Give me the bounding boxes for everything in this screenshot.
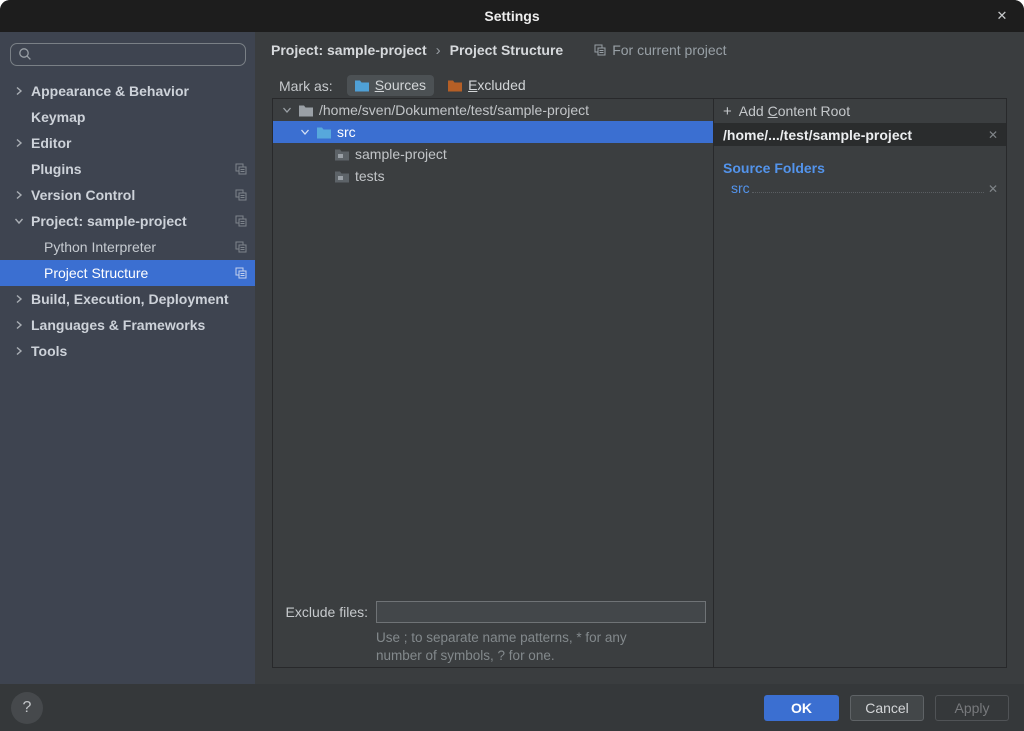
sidebar-item-label: Keymap [31, 109, 85, 125]
help-button[interactable]: ? [11, 692, 43, 724]
sidebar-item-version-control[interactable]: Version Control [0, 182, 255, 208]
dialog-title: Settings [484, 8, 539, 24]
search-icon [18, 47, 32, 61]
tree-row-label: /home/sven/Dokumente/test/sample-project [319, 102, 589, 118]
tree-row-sample-project[interactable]: sample-project [273, 143, 713, 165]
chevron-right-icon [14, 190, 31, 200]
source-folder-link[interactable]: src [731, 180, 750, 196]
breadcrumb-project[interactable]: Project: sample-project [271, 42, 427, 58]
exclude-files-label: Exclude files: [273, 604, 368, 620]
per-project-icon [235, 215, 247, 227]
mark-as-excluded-button[interactable]: Excluded [440, 75, 534, 96]
chevron-right-icon [14, 346, 31, 356]
per-project-icon [235, 241, 247, 253]
tree-row-content-root[interactable]: /home/sven/Dokumente/test/sample-project [273, 99, 713, 121]
chevron-right-icon [14, 86, 31, 96]
add-content-root-button[interactable]: + Add Content Root [714, 99, 1006, 123]
sidebar-item-label: Build, Execution, Deployment [31, 291, 229, 307]
directory-tree: /home/sven/Dokumente/test/sample-project… [273, 99, 714, 667]
dialog-footer: ? OK Cancel Apply [0, 684, 1024, 731]
scope-indicator: For current project [594, 42, 726, 58]
sidebar-item-appearance-behavior[interactable]: Appearance & Behavior [0, 78, 255, 104]
apply-button[interactable]: Apply [935, 695, 1009, 721]
tree-row-label: src [337, 124, 356, 140]
sidebar-item-languages-frameworks[interactable]: Languages & Frameworks [0, 312, 255, 338]
tree-row-src[interactable]: src [273, 121, 713, 143]
search-input[interactable] [10, 43, 246, 66]
exclude-files-hint: Use ; to separate name patterns, * for a… [376, 629, 713, 665]
sidebar-item-tools[interactable]: Tools [0, 338, 255, 364]
sidebar-item-project-sample-project[interactable]: Project: sample-project [0, 208, 255, 234]
tree-row-label: sample-project [355, 146, 447, 162]
sidebar-item-label: Python Interpreter [44, 239, 156, 255]
per-project-icon [235, 189, 247, 201]
source-folders-title: Source Folders [723, 158, 1006, 178]
per-project-icon [235, 267, 247, 279]
mark-as-toolbar: Mark as: Sources Excluded [279, 75, 534, 96]
close-icon[interactable]: ✕ [990, 0, 1014, 32]
source-folder-row[interactable]: src ✕ [714, 178, 1006, 200]
per-project-icon [594, 44, 606, 56]
folder-icon [334, 148, 350, 161]
tree-row-label: tests [355, 168, 385, 184]
sidebar-item-keymap[interactable]: Keymap [0, 104, 255, 130]
sidebar-item-label: Appearance & Behavior [31, 83, 189, 99]
exclude-files-input[interactable] [376, 601, 706, 623]
ok-button[interactable]: OK [764, 695, 839, 721]
settings-content: Project: sample-project › Project Struct… [255, 32, 1024, 684]
remove-source-folder-icon[interactable]: ✕ [988, 182, 998, 196]
breadcrumb: Project: sample-project › Project Struct… [271, 40, 1008, 60]
title-bar: Settings ✕ [0, 0, 1024, 32]
mark-as-excluded-label: Excluded [468, 77, 526, 93]
content-root-row[interactable]: /home/.../test/sample-project ✕ [714, 123, 1006, 146]
sidebar-item-label: Languages & Frameworks [31, 317, 205, 333]
folder-icon [298, 104, 314, 117]
scope-label: For current project [612, 42, 726, 58]
exclude-files-section: Exclude files: Use ; to separate name pa… [273, 601, 713, 665]
sidebar-item-build-execution-deployment[interactable]: Build, Execution, Deployment [0, 286, 255, 312]
chevron-down-icon [14, 216, 31, 226]
structure-panels: /home/sven/Dokumente/test/sample-project… [272, 98, 1007, 668]
mark-as-sources-label: Sources [375, 77, 426, 93]
excluded-folder-icon [447, 79, 463, 92]
add-content-root-label: Add Content Root [739, 103, 850, 119]
hint-line-1: Use ; to separate name patterns, * for a… [376, 629, 713, 647]
remove-content-root-icon[interactable]: ✕ [988, 128, 998, 142]
plus-icon: + [723, 103, 732, 120]
sidebar-item-label: Project: sample-project [31, 213, 187, 229]
sidebar-item-label: Tools [31, 343, 67, 359]
source-folder-icon [316, 126, 332, 139]
sidebar-item-python-interpreter[interactable]: Python Interpreter [0, 234, 255, 260]
sidebar-item-label: Plugins [31, 161, 82, 177]
chevron-right-icon [14, 320, 31, 330]
sidebar-item-plugins[interactable]: Plugins [0, 156, 255, 182]
folder-icon [334, 170, 350, 183]
chevron-down-icon [281, 105, 293, 115]
settings-dialog: Settings ✕ Appearance & Behavior Keymap … [0, 0, 1024, 731]
dotted-leader [752, 192, 984, 193]
chevron-right-icon [14, 294, 31, 304]
content-root-path: /home/.../test/sample-project [723, 127, 988, 143]
sidebar-item-label: Version Control [31, 187, 135, 203]
per-project-icon [235, 163, 247, 175]
sidebar-item-editor[interactable]: Editor [0, 130, 255, 156]
breadcrumb-page: Project Structure [450, 42, 564, 58]
source-folder-icon [354, 79, 370, 92]
sidebar-item-label: Editor [31, 135, 71, 151]
content-roots-panel: + Add Content Root /home/.../test/sample… [714, 99, 1006, 667]
sidebar-item-label: Project Structure [44, 265, 148, 281]
sidebar-item-project-structure[interactable]: Project Structure [0, 260, 255, 286]
mark-as-label: Mark as: [279, 78, 333, 94]
mark-as-sources-button[interactable]: Sources [347, 75, 434, 96]
search-box [10, 43, 246, 66]
hint-line-2: number of symbols, ? for one. [376, 647, 713, 665]
chevron-down-icon [299, 127, 311, 137]
cancel-button[interactable]: Cancel [850, 695, 924, 721]
breadcrumb-separator-icon: › [436, 42, 441, 59]
settings-sidebar: Appearance & Behavior Keymap Editor Plug… [0, 32, 255, 684]
tree-row-tests[interactable]: tests [273, 165, 713, 187]
chevron-right-icon [14, 138, 31, 148]
